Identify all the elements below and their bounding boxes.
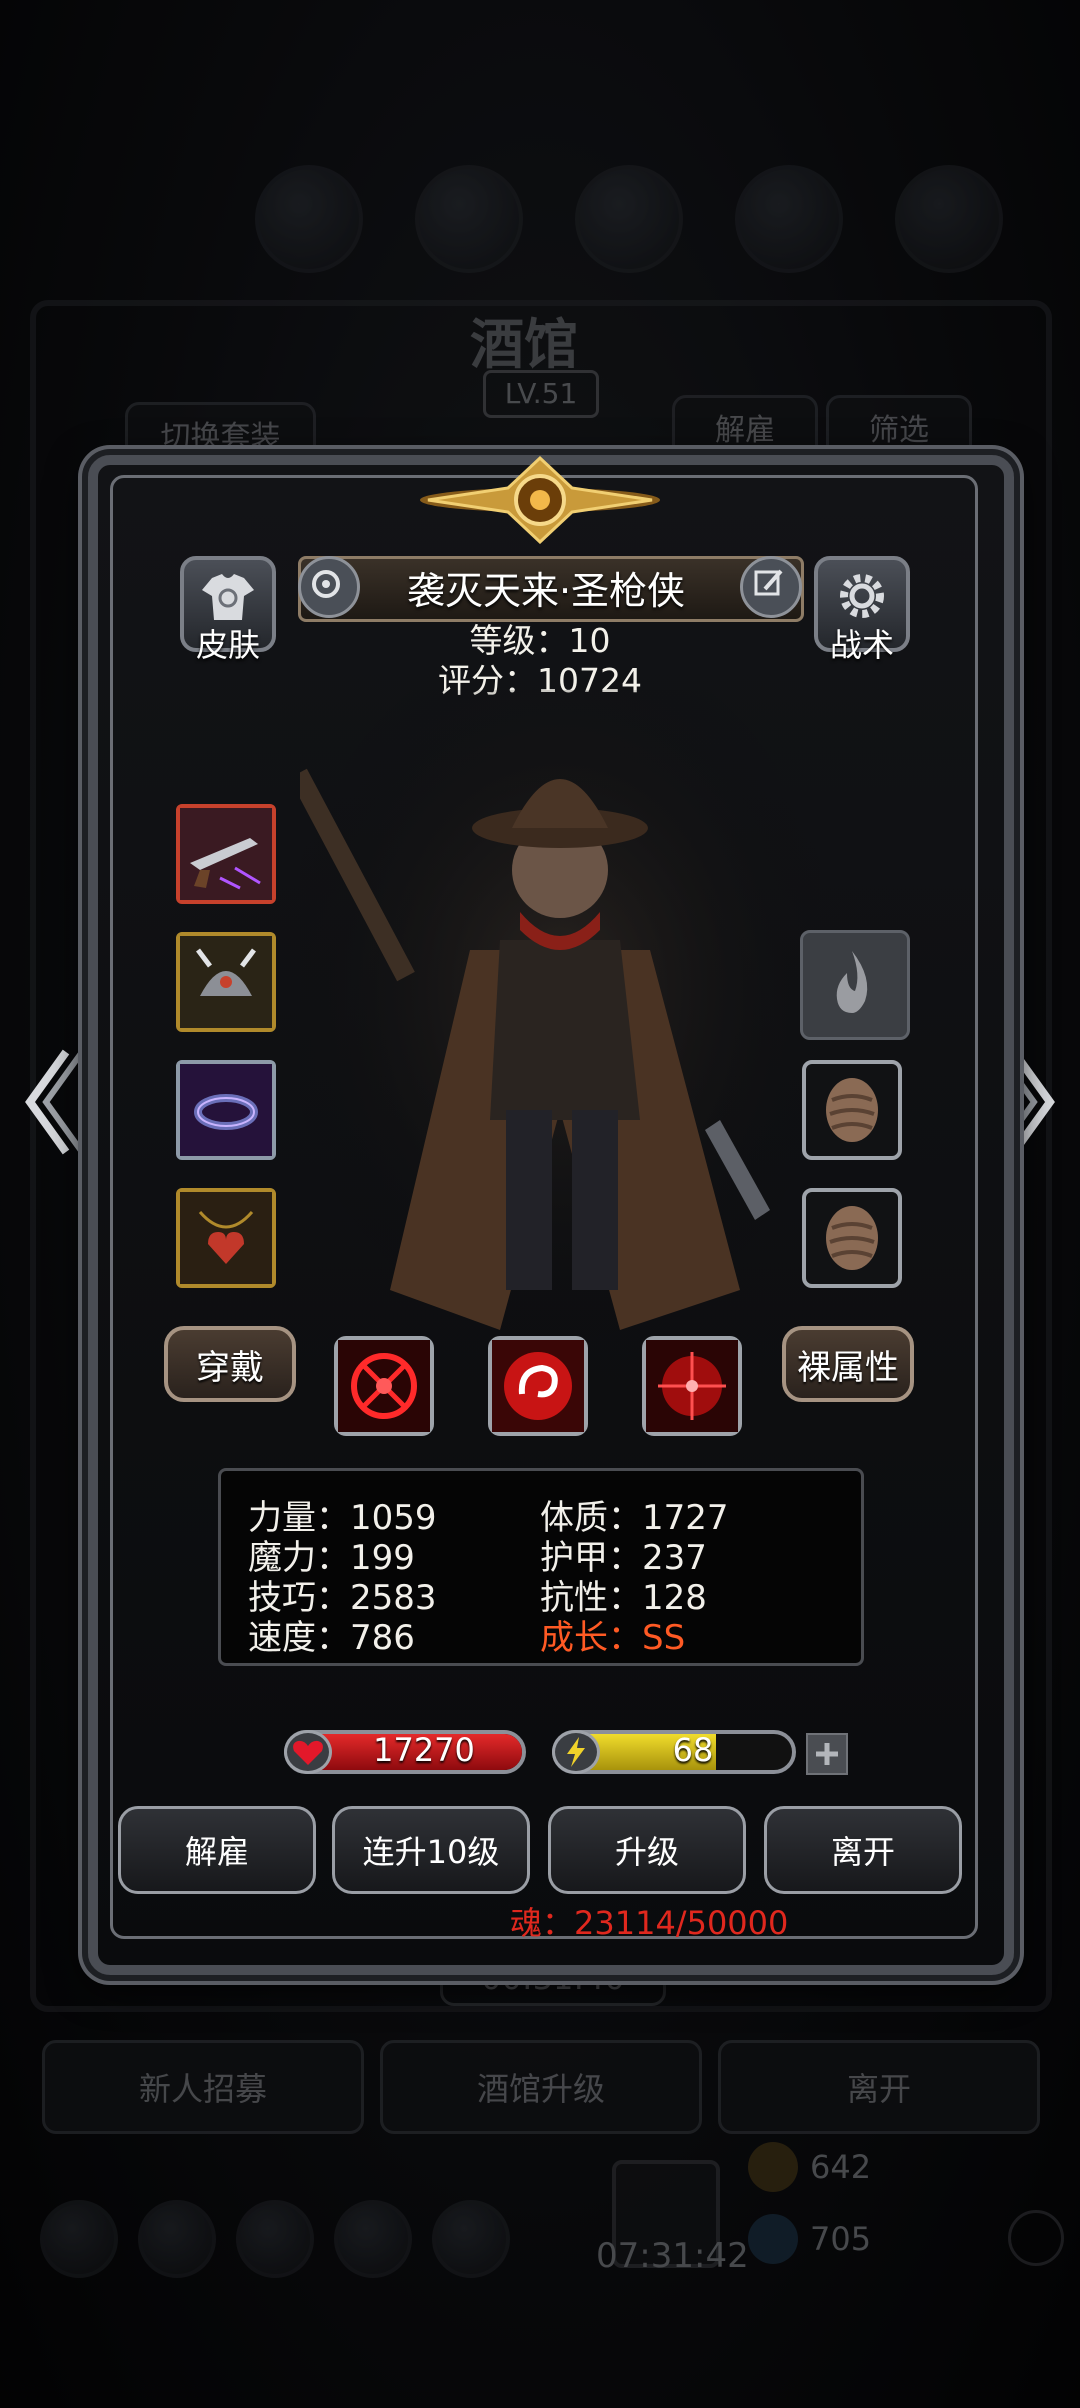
rune-slot-1[interactable] <box>802 1060 902 1160</box>
shirt-icon <box>202 574 254 620</box>
equip-slot-helmet[interactable] <box>176 932 276 1032</box>
skill-slot-3[interactable] <box>642 1336 742 1436</box>
prev-hero-arrow-icon[interactable] <box>16 1032 86 1172</box>
hero-name: 袭灭天来·圣枪侠 <box>406 569 686 613</box>
plus-icon <box>816 1743 838 1765</box>
crosshair-skill-icon <box>646 1340 738 1432</box>
soul-counter: 魂：23114/50000 <box>510 1904 789 1942</box>
gold-crest-icon <box>420 455 660 544</box>
amulet-icon <box>180 1192 272 1284</box>
gear-icon <box>840 574 884 618</box>
skill-slot-1[interactable] <box>334 1336 434 1436</box>
add-energy-button[interactable] <box>806 1733 848 1775</box>
hero-portrait <box>300 690 820 1350</box>
equip-slot-weapon[interactable] <box>176 804 276 904</box>
gun-icon <box>180 808 272 900</box>
swirl-skill-icon <box>492 1340 584 1432</box>
energy-value: 68 <box>672 1731 714 1769</box>
tactics-label: 战术 <box>829 626 894 664</box>
skill-slot-2[interactable] <box>488 1336 588 1436</box>
rename-button[interactable] <box>740 556 802 618</box>
stone-rune-icon <box>826 1078 878 1142</box>
stone-rune-icon <box>826 1206 878 1270</box>
base-attributes-button[interactable]: 裸属性 <box>782 1326 914 1402</box>
medal-icon[interactable] <box>298 556 360 618</box>
equip-slot-amulet[interactable] <box>176 1188 276 1288</box>
edit-icon <box>754 569 783 596</box>
lightning-icon <box>552 1730 600 1774</box>
stat-growth: 成长：SS <box>540 1618 686 1658</box>
level-up-button[interactable]: 升级 <box>548 1806 746 1894</box>
heart-glyph <box>293 1740 323 1765</box>
element-slot[interactable] <box>800 930 910 1040</box>
stat-speed: 速度：786 <box>248 1618 415 1658</box>
dismiss-button[interactable]: 解雇 <box>118 1806 316 1894</box>
lightning-glyph <box>567 1737 585 1767</box>
helmet-icon <box>180 936 272 1028</box>
skin-label: 皮肤 <box>195 626 260 664</box>
leave-button[interactable]: 离开 <box>764 1806 962 1894</box>
rune-slot-2[interactable] <box>802 1188 902 1288</box>
equip-button[interactable]: 穿戴 <box>164 1326 296 1402</box>
target-skill-icon <box>338 1340 430 1432</box>
level-up-10-button[interactable]: 连升10级 <box>332 1806 530 1894</box>
ring-icon <box>180 1064 272 1156</box>
hp-value: 17270 <box>373 1731 475 1769</box>
medal-icon-glyph <box>312 570 340 598</box>
heart-icon <box>284 1730 332 1774</box>
equip-slot-ring[interactable] <box>176 1060 276 1160</box>
flame-icon <box>836 951 868 1013</box>
